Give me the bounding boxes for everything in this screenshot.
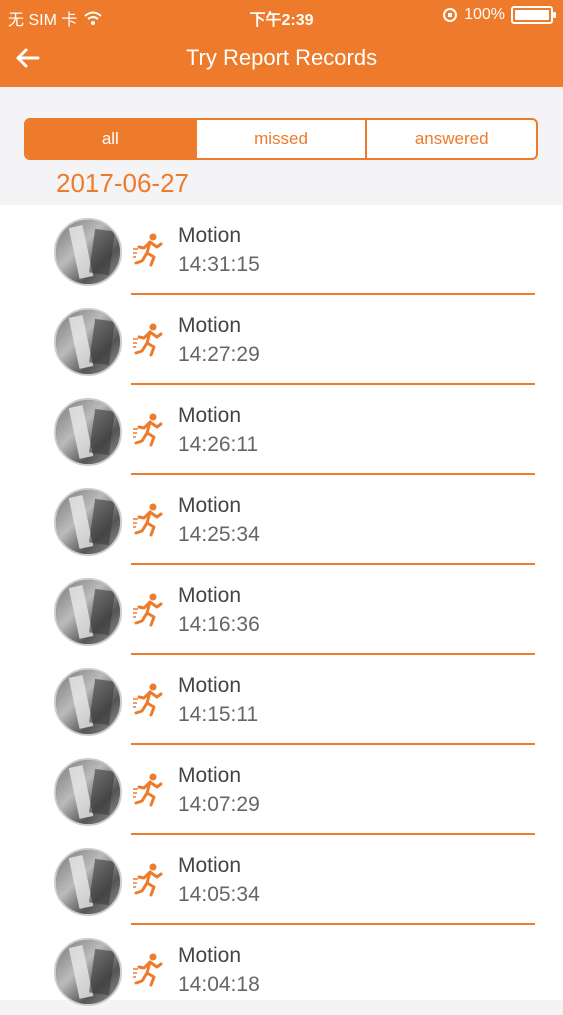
record-type: Motion: [178, 224, 242, 247]
running-person-icon: [133, 503, 163, 537]
tab-missed[interactable]: missed: [194, 120, 366, 158]
record-time: 14:25:34: [178, 523, 260, 546]
record-thumbnail: [54, 218, 122, 286]
record-thumbnail: [54, 398, 122, 466]
record-thumbnail: [54, 488, 122, 556]
running-person-icon: [133, 953, 163, 987]
record-row[interactable]: Motion 14:05:34: [0, 835, 563, 925]
running-person-icon: [133, 233, 163, 267]
record-type: Motion: [178, 404, 242, 427]
record-time: 14:07:29: [178, 793, 260, 816]
record-time: 14:16:36: [178, 613, 260, 636]
record-row[interactable]: Motion 14:31:15: [0, 205, 563, 295]
record-row[interactable]: Motion 14:15:11: [0, 655, 563, 745]
record-type: Motion: [178, 494, 242, 517]
running-person-icon: [133, 323, 163, 357]
record-row[interactable]: Motion 14:26:11: [0, 385, 563, 475]
record-thumbnail: [54, 308, 122, 376]
record-time: 14:04:18: [178, 973, 260, 996]
record-thumbnail: [54, 848, 122, 916]
record-time: 14:26:11: [178, 433, 259, 456]
record-time: 14:31:15: [178, 253, 260, 276]
record-type: Motion: [178, 314, 242, 337]
battery-icon: [511, 6, 556, 24]
tab-answered[interactable]: answered: [365, 120, 536, 158]
record-row[interactable]: Motion 14:25:34: [0, 475, 563, 565]
running-person-icon: [133, 413, 163, 447]
record-type: Motion: [178, 854, 242, 877]
top-bar: 无 SIM 卡 下午2:39 100% Try Report Records: [0, 0, 563, 87]
record-thumbnail: [54, 758, 122, 826]
record-thumbnail: [54, 578, 122, 646]
records-list: Motion 14:31:15 Motion 14:27:29 Motion 1…: [0, 205, 563, 1006]
record-time: 14:27:29: [178, 343, 260, 366]
date-header: 2017-06-27: [56, 168, 189, 198]
navigation-bar: Try Report Records: [0, 30, 563, 87]
record-type: Motion: [178, 764, 242, 787]
record-type: Motion: [178, 944, 242, 967]
rotation-lock-icon: [443, 8, 458, 22]
battery-percent: 100%: [464, 6, 505, 23]
record-time: 14:15:11: [178, 703, 259, 726]
page-title: Try Report Records: [185, 45, 378, 70]
record-row[interactable]: Motion 14:04:18: [0, 925, 563, 1015]
record-row[interactable]: Motion 14:07:29: [0, 745, 563, 835]
running-person-icon: [133, 863, 163, 897]
record-row[interactable]: Motion 14:27:29: [0, 295, 563, 385]
filter-segmented-control: all missed answered: [24, 118, 538, 160]
record-thumbnail: [54, 668, 122, 736]
status-bar: 无 SIM 卡 下午2:39 100%: [0, 0, 563, 30]
record-thumbnail: [54, 938, 122, 1006]
running-person-icon: [133, 773, 163, 807]
record-type: Motion: [178, 674, 242, 697]
running-person-icon: [133, 593, 163, 627]
record-row[interactable]: Motion 14:16:36: [0, 565, 563, 655]
running-person-icon: [133, 683, 163, 717]
tab-all[interactable]: all: [26, 120, 195, 158]
record-type: Motion: [178, 584, 242, 607]
record-time: 14:05:34: [178, 883, 260, 906]
